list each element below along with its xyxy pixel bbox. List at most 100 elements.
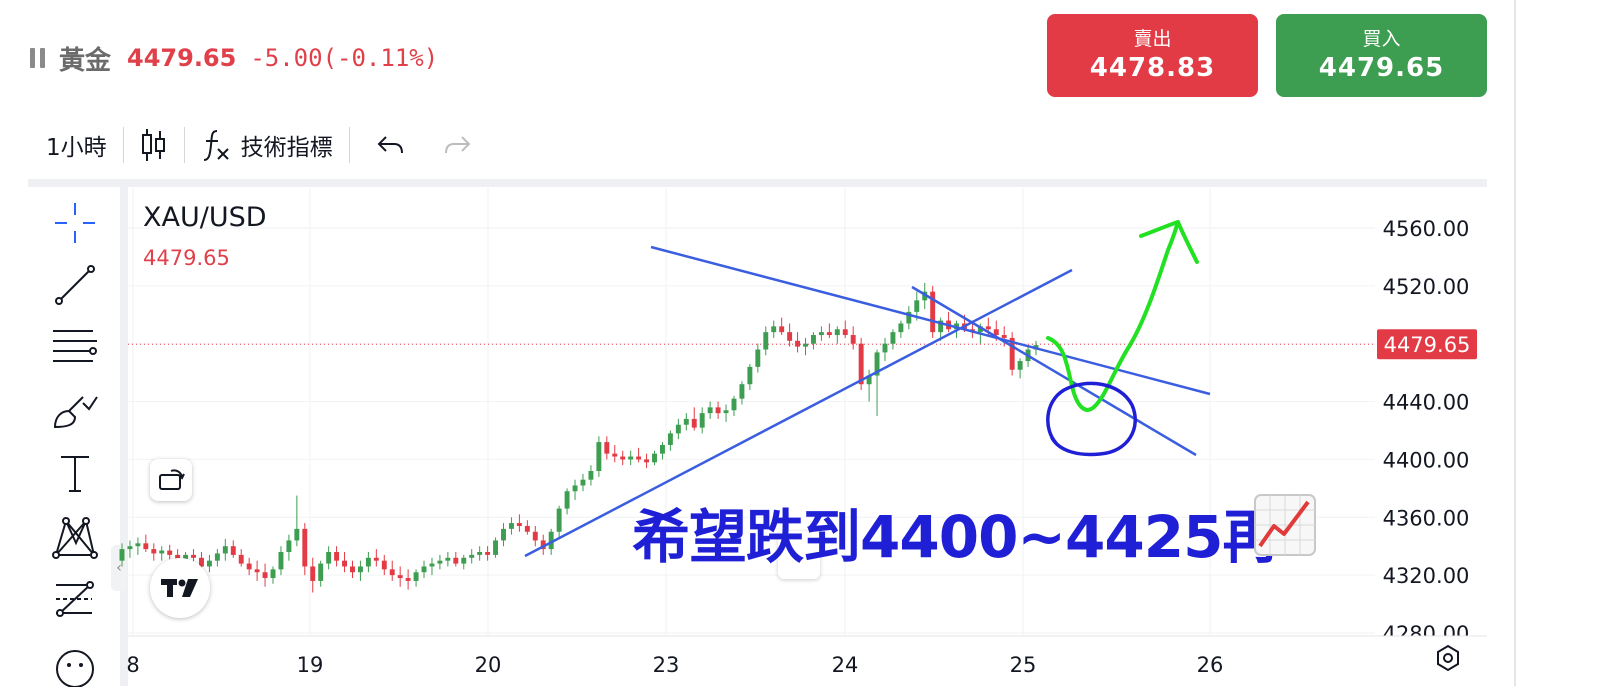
tradingview-logo[interactable] (150, 558, 210, 618)
candle-body (389, 569, 395, 576)
candle-body (659, 444, 665, 454)
candle-body (779, 326, 785, 333)
candle-body (985, 326, 991, 330)
chart-symbol-title: XAU/USD (143, 202, 267, 233)
candle-body (119, 549, 125, 561)
candle-body (755, 349, 761, 367)
candle-body (723, 410, 729, 414)
candle-body (135, 543, 141, 547)
candle-body (652, 453, 657, 463)
candle-body (342, 560, 348, 567)
channel-upper-line[interactable] (650, 245, 1211, 396)
annotation-text: 希望跌到4400~4425再 (632, 503, 1280, 571)
candle-body (636, 456, 642, 460)
x-axis-label: 24 (832, 653, 859, 677)
chart-symbol-price: 4479.65 (143, 246, 230, 270)
candle-body (914, 300, 920, 312)
candle-body (810, 335, 816, 344)
candle-body (850, 335, 856, 344)
y-axis-label: 4560.00 (1383, 217, 1470, 241)
x-axis-label: 20 (475, 653, 502, 677)
candle-body (246, 563, 252, 570)
candle-body (357, 566, 363, 573)
y-axis-label: 4360.00 (1383, 506, 1470, 530)
candle-body (834, 329, 840, 336)
candle-body (556, 508, 562, 532)
candle-body (580, 479, 586, 486)
candle-body (214, 553, 220, 561)
candle-body (993, 329, 999, 336)
candle-body (588, 471, 594, 480)
y-axis-label: 4400.00 (1383, 448, 1470, 472)
candle-body (691, 418, 697, 428)
channel-lower-line[interactable] (911, 285, 1197, 457)
candle-body (461, 557, 467, 564)
candle-body (715, 407, 721, 414)
candle-body (564, 491, 570, 509)
candle-body (667, 433, 673, 445)
candle-body (882, 343, 888, 353)
candle-body (302, 528, 308, 567)
candle-body (803, 343, 808, 347)
candle-body (890, 332, 896, 344)
candle-body (310, 566, 316, 581)
candle-body (230, 546, 236, 555)
y-axis-label: 4520.00 (1383, 275, 1470, 299)
candle-body (469, 554, 475, 558)
candle-body (334, 552, 340, 561)
candle-body (628, 456, 634, 460)
candle-body (238, 554, 244, 564)
price-chart[interactable]: 4560.004520.004480.004440.004400.004360.… (0, 0, 1600, 686)
candle-body (771, 326, 777, 333)
y-axis-label: 4320.00 (1383, 564, 1470, 588)
candle-body (318, 563, 324, 581)
candle-body (516, 523, 522, 526)
candle-body (675, 424, 681, 434)
candle-body (326, 552, 332, 564)
candle-body (159, 550, 165, 554)
rotate-icon (159, 469, 185, 490)
candle-body (167, 550, 173, 555)
candle-body (604, 442, 610, 454)
candle-body (381, 560, 387, 570)
candle-body (127, 546, 133, 550)
candle-body (898, 323, 904, 333)
candle-body (405, 578, 411, 581)
candle-body (747, 366, 753, 385)
candle-body (524, 525, 530, 532)
candle-body (206, 560, 212, 567)
candle-body (397, 575, 403, 579)
candle-body (787, 332, 793, 341)
candle-body (421, 566, 427, 573)
replay-button[interactable] (150, 459, 192, 501)
candle-body (429, 563, 435, 567)
candle-body (485, 552, 491, 555)
candle-body (707, 407, 713, 414)
candle-body (501, 528, 506, 541)
candle-body (572, 485, 578, 492)
candle-body (620, 456, 626, 460)
candle-body (683, 418, 689, 425)
candle-body (1017, 361, 1023, 370)
x-axis-label: 19 (297, 653, 324, 677)
candle-body (286, 540, 292, 552)
candle-body (763, 332, 769, 350)
candle-body (445, 557, 451, 561)
x-axis-label: 25 (1010, 653, 1037, 677)
candle-body (151, 549, 157, 554)
last-price-label: 4479.65 (1384, 333, 1471, 357)
candle-body (596, 442, 602, 471)
candle-body (612, 453, 618, 457)
candle-body (818, 332, 824, 336)
x-axis-label: 26 (1197, 653, 1224, 677)
candle-body (254, 569, 260, 573)
candle-body (413, 572, 419, 581)
candle-body (842, 329, 848, 336)
x-axis-area (128, 636, 1488, 686)
candle-body (143, 543, 149, 550)
candle-body (437, 560, 443, 564)
candle-body (350, 566, 355, 573)
candle-body (294, 528, 300, 541)
candle-body (731, 398, 737, 411)
tradingview-logo-icon (161, 579, 198, 597)
